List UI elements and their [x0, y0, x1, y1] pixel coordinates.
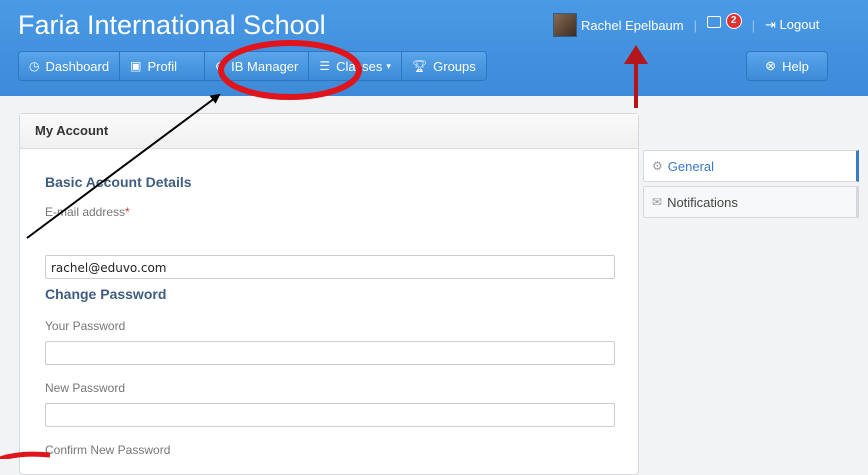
email-field[interactable]: rachel@eduvo.com: [45, 255, 615, 279]
divider: |: [751, 17, 756, 33]
my-account-panel: My Account Basic Account Details E-mail …: [19, 113, 639, 475]
messages-button[interactable]: 2: [707, 13, 742, 34]
tab-notifications[interactable]: ✉ Notifications: [643, 186, 859, 218]
nav-dashboard-button[interactable]: ◷ Dashboard: [19, 52, 121, 80]
nav-groups-button[interactable]: 🏆︎ Groups: [401, 52, 486, 80]
new-password-label: New Password: [45, 381, 126, 395]
message-icon: [707, 16, 722, 28]
email-label: E-mail address*: [45, 205, 130, 219]
confirm-password-label: Confirm New Password: [45, 443, 171, 457]
logout-icon: ⇥: [765, 17, 780, 32]
your-password-label: Your Password: [45, 319, 126, 333]
list-icon: ☰: [319, 59, 331, 73]
settings-tabs: ⚙ General ✉ Notifications: [643, 150, 859, 222]
lifebuoy-icon: ⊗: [765, 58, 777, 73]
nav-label: IB Manager: [231, 58, 299, 74]
tab-general[interactable]: ⚙ General: [643, 150, 859, 182]
envelope-icon: ✉: [652, 195, 663, 209]
user-menu: Rachel Epelbaum | 2 | ⇥ Logout: [553, 13, 819, 37]
main-nav: ◷ Dashboard ▣ Profil ⊕ IB Manager ☰ Clas…: [18, 51, 487, 81]
nav-ib-manager-button[interactable]: ⊕ IB Manager: [205, 52, 310, 80]
help-label: Help: [782, 58, 809, 74]
nav-classes-button[interactable]: ☰ Classes ▾: [309, 52, 402, 80]
trophy-icon: 🏆︎: [411, 59, 428, 73]
change-password-heading: Change Password: [45, 286, 167, 302]
nav-label: Profil: [147, 58, 178, 74]
tab-label: Notifications: [667, 194, 738, 210]
divider: |: [693, 17, 698, 33]
chevron-down-icon: ▾: [386, 60, 391, 71]
email-label-text: E-mail address: [45, 205, 126, 219]
gear-icon: ⚙: [652, 159, 663, 173]
logout-link[interactable]: ⇥ Logout: [765, 17, 819, 33]
globe-icon: ⊕: [215, 59, 226, 73]
dashboard-icon: ◷: [29, 59, 40, 73]
profile-icon: ▣: [130, 59, 142, 73]
required-marker: *: [125, 205, 130, 219]
basic-details-heading: Basic Account Details: [45, 174, 192, 190]
top-header: Faria International School Rachel Epelba…: [0, 0, 868, 96]
nav-label: Groups: [433, 58, 476, 74]
message-count-badge: 2: [725, 13, 742, 29]
nav-profile-button[interactable]: ▣ Profil: [120, 52, 206, 80]
nav-label: Dashboard: [45, 58, 110, 74]
nav-label: Classes: [336, 58, 383, 74]
user-name-link[interactable]: Rachel Epelbaum: [581, 18, 684, 33]
tab-label: General: [667, 158, 715, 174]
new-password-field[interactable]: [45, 403, 615, 427]
user-avatar[interactable]: [553, 13, 577, 37]
your-password-field[interactable]: [45, 341, 615, 365]
panel-title: My Account: [20, 114, 638, 149]
logout-label: Logout: [779, 17, 820, 32]
help-button[interactable]: ⊗ Help: [746, 51, 828, 81]
school-name: Faria International School: [18, 10, 326, 40]
